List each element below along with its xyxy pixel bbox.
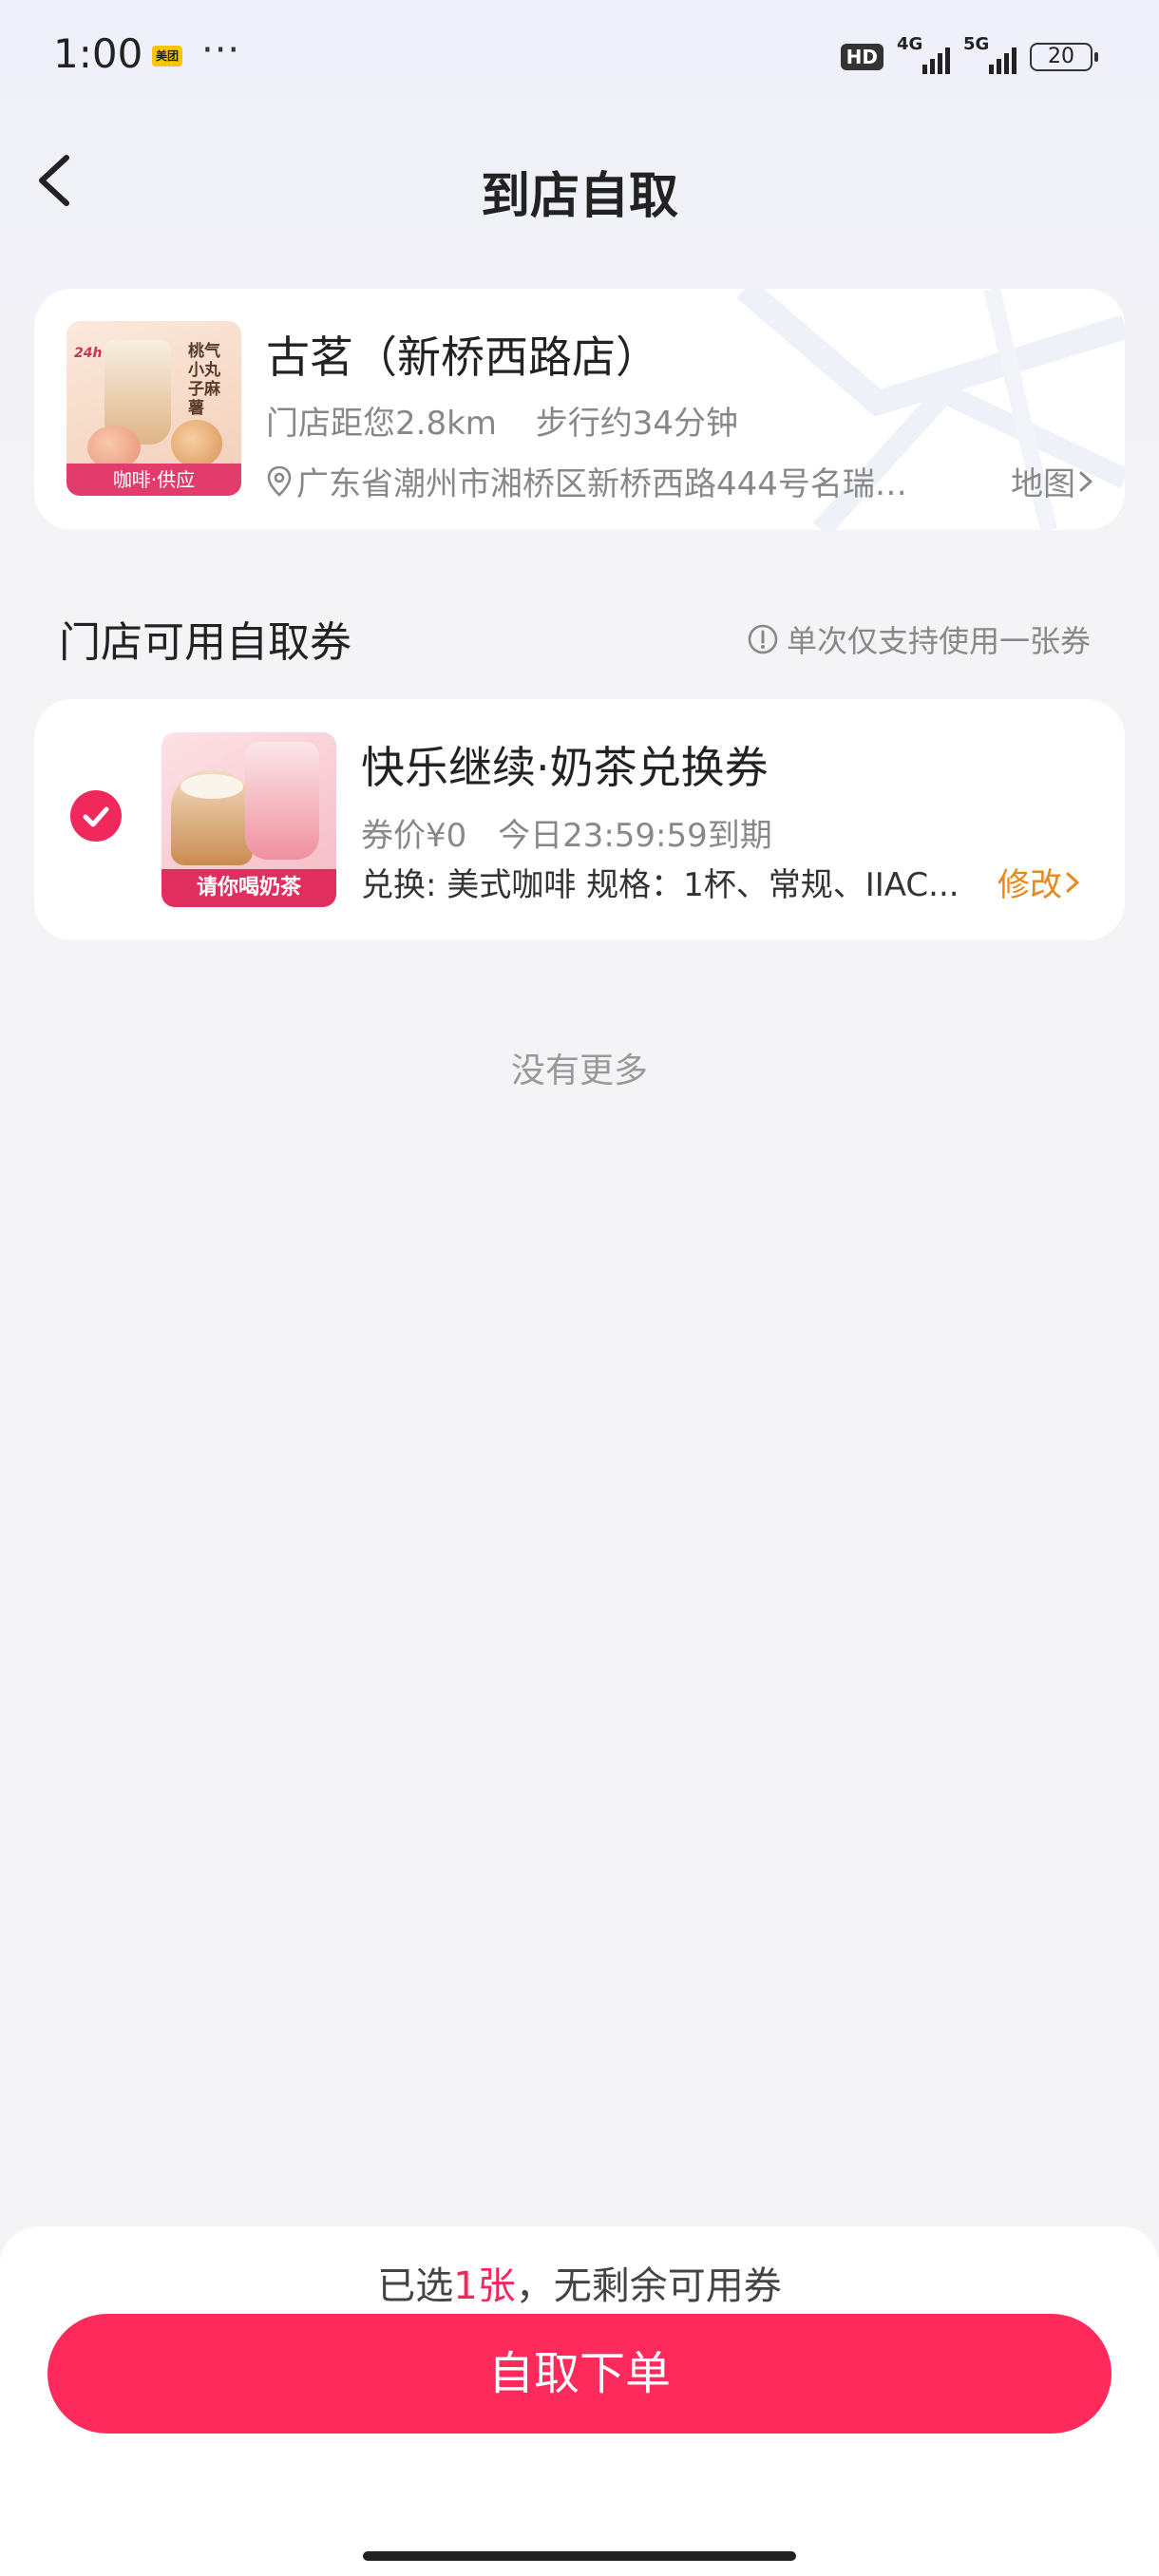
signal-4g-icon: 4G [897,34,950,76]
coupon-name: 快乐继续·奶茶兑换券 [361,742,769,793]
coupon-expiry: 今日23:59:59到期 [498,817,772,855]
status-time: 1:00 [53,30,143,77]
selection-prefix: 已选 [377,2264,454,2308]
coupon-usage-note: 单次仅支持使用一张券 [747,617,1091,661]
meituan-app-icon: 美团 [152,46,182,66]
store-image-strip: 咖啡·供应 [66,464,241,496]
coupon-meta-row: 券价¥0 今日23:59:59到期 [361,809,793,856]
map-link[interactable]: 地图 [1011,458,1096,504]
coupon-usage-note-text: 单次仅支持使用一张券 [786,623,1091,659]
hd-voice-icon: HD [840,44,884,70]
status-indicators: HD 4G 5G 20 [840,34,1098,78]
store-image: 24h 桃气小丸子麻薯 咖啡·供应 [66,321,241,496]
selection-suffix: ，无剩余可用券 [515,2264,782,2308]
more-notifications-icon: ··· [201,28,241,72]
status-bar: 1:00 美团 ··· HD 4G 5G 20 [0,0,1159,114]
store-address: 广东省潮州市湘桥区新桥西路444号名瑞… [296,465,907,503]
coupon-spec-row: 兑换: 美式咖啡 规格：1杯、常规、IIAC... 修改 [361,859,1112,905]
coupon-checkbox[interactable] [70,790,122,842]
coupon-price: 券价¥0 [361,817,467,855]
store-image-badge: 24h [74,346,103,361]
store-name: 古茗（新桥西路店） [266,331,659,383]
selection-summary: 已选1张，无剩余可用券 [0,2255,1159,2310]
page-title: 到店自取 [480,168,678,225]
store-walk-time: 步行约34分钟 [535,405,738,443]
coupon-card[interactable]: 请你喝奶茶 快乐继续·奶茶兑换券 券价¥0 今日23:59:59到期 兑换: 美… [34,699,1125,940]
battery-icon: 20 [1030,43,1098,71]
coupons-section-title: 门店可用自取券 [59,618,352,667]
coupon-image: 请你喝奶茶 [162,732,336,907]
edit-spec-button[interactable]: 修改 [998,859,1083,905]
checkmark-icon [83,806,109,827]
store-distance-row: 门店距您2.8km 步行约34分钟 [266,397,767,444]
selection-count: 1张 [453,2264,516,2308]
bottom-action-bar: 已选1张，无剩余可用券 自取下单 [0,2226,1159,2576]
location-pin-icon [267,465,292,497]
store-address-row: 广东省潮州市湘桥区新桥西路444号名瑞… [266,458,922,504]
signal-4g-label: 4G [897,34,923,54]
signal-5g-icon: 5G [963,34,1016,76]
store-distance: 门店距您2.8km [266,405,497,443]
submit-pickup-order-button[interactable]: 自取下单 [48,2314,1112,2434]
chevron-right-icon [1079,471,1092,491]
store-image-text: 桃气小丸子麻薯 [188,342,220,418]
chevron-right-icon [1066,872,1079,892]
info-icon [748,624,778,654]
edit-spec-label: 修改 [998,866,1062,904]
list-end-text: 没有更多 [510,1051,648,1090]
signal-5g-label: 5G [963,34,990,54]
coupon-spec: 兑换: 美式咖啡 规格：1杯、常规、IIAC... [361,866,960,904]
map-link-label: 地图 [1011,465,1075,503]
store-card[interactable]: 24h 桃气小丸子麻薯 咖啡·供应 古茗（新桥西路店） 门店距您2.8km 步行… [34,289,1125,530]
coupon-image-strip: 请你喝奶茶 [162,869,336,907]
home-indicator[interactable] [363,2551,796,2561]
